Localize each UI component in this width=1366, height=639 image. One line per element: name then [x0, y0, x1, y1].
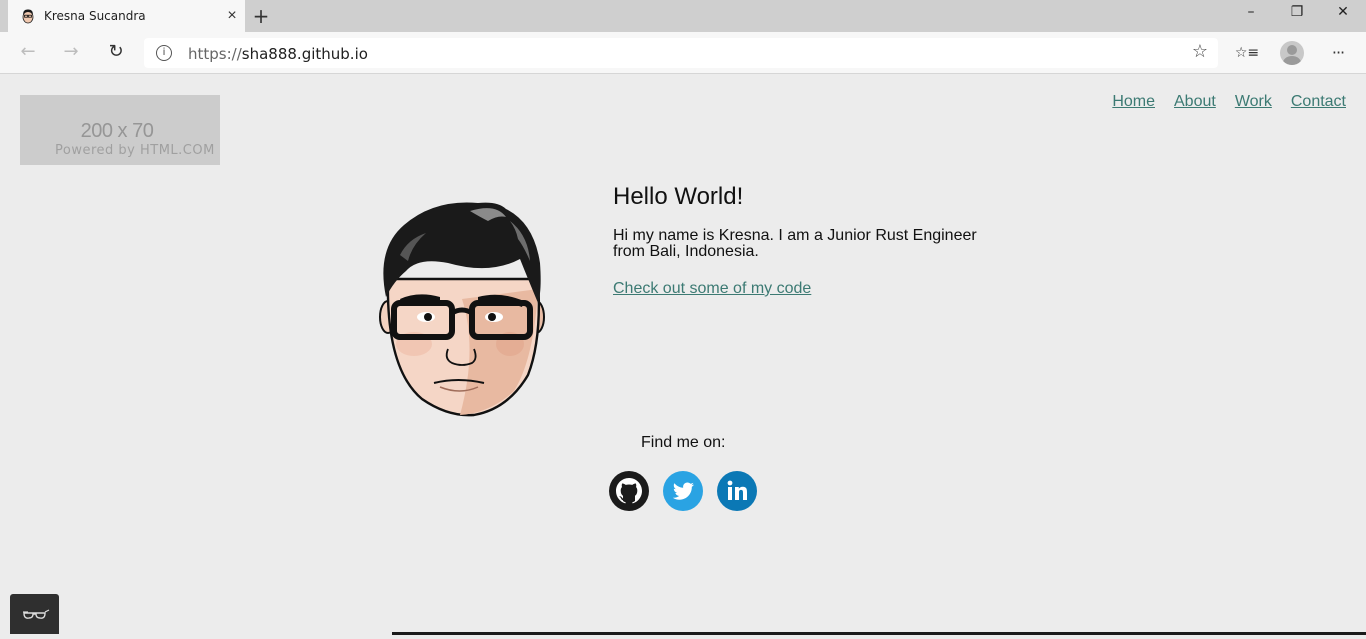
add-favorite-star-icon[interactable]: ☆ — [1192, 41, 1208, 62]
github-icon[interactable] — [609, 471, 649, 511]
restore-window-button[interactable]: ❐ — [1274, 0, 1320, 30]
hero-heading: Hello World! — [613, 183, 744, 210]
browser-tab[interactable]: Kresna Sucandra × — [8, 0, 245, 32]
hero-intro-text: Hi my name is Kresna. I am a Junior Rust… — [613, 227, 977, 260]
nav-link-contact[interactable]: Contact — [1291, 93, 1346, 111]
twitter-icon[interactable] — [663, 471, 703, 511]
tab-title: Kresna Sucandra — [44, 9, 146, 23]
back-button[interactable]: ← — [14, 38, 42, 66]
find-me-label: Find me on: — [641, 434, 726, 451]
settings-menu-icon[interactable]: ··· — [1323, 38, 1353, 68]
close-tab-icon[interactable]: × — [224, 7, 240, 25]
url-protocol: https:// — [188, 45, 242, 63]
url-host: sha888.github.io — [241, 45, 368, 63]
favorites-icon[interactable]: ☆≡ — [1232, 38, 1262, 68]
logo-powered-text: Powered by HTML.COM — [55, 143, 215, 158]
nav-link-home[interactable]: Home — [1112, 93, 1155, 111]
page-content: 200 x 70 Powered by HTML.COM Home About … — [0, 75, 1366, 635]
address-bar[interactable]: i https://sha888.github.io ☆ — [144, 38, 1218, 68]
address-url[interactable]: https://sha888.github.io — [188, 45, 368, 63]
refresh-button[interactable]: ↻ — [102, 38, 130, 66]
new-tab-icon[interactable]: + — [252, 5, 270, 27]
check-out-code-link[interactable]: Check out some of my code — [613, 280, 811, 298]
glasses-icon — [23, 609, 50, 619]
logo-placeholder-image: 200 x 70 Powered by HTML.COM — [20, 95, 220, 165]
main-nav: Home About Work Contact — [1112, 93, 1346, 111]
nav-link-about[interactable]: About — [1174, 93, 1216, 111]
avatar-portrait — [379, 202, 545, 417]
logo-size-text: 200 x 70 — [80, 120, 154, 142]
glasses-toggle-button[interactable] — [10, 594, 59, 634]
forward-button[interactable]: → — [57, 38, 85, 66]
avatar-favicon-icon — [22, 9, 34, 24]
nav-link-work[interactable]: Work — [1235, 93, 1272, 111]
browser-tab-strip: Kresna Sucandra × + – ❐ ✕ — [0, 0, 1366, 32]
linkedin-icon[interactable] — [717, 471, 757, 511]
site-info-icon[interactable]: i — [156, 45, 172, 61]
minimize-window-button[interactable]: – — [1228, 0, 1274, 30]
profile-avatar-icon[interactable] — [1280, 41, 1304, 65]
browser-toolbar: ← → ↻ i https://sha888.github.io ☆ ☆≡ ··… — [0, 32, 1366, 74]
close-window-button[interactable]: ✕ — [1320, 0, 1366, 30]
